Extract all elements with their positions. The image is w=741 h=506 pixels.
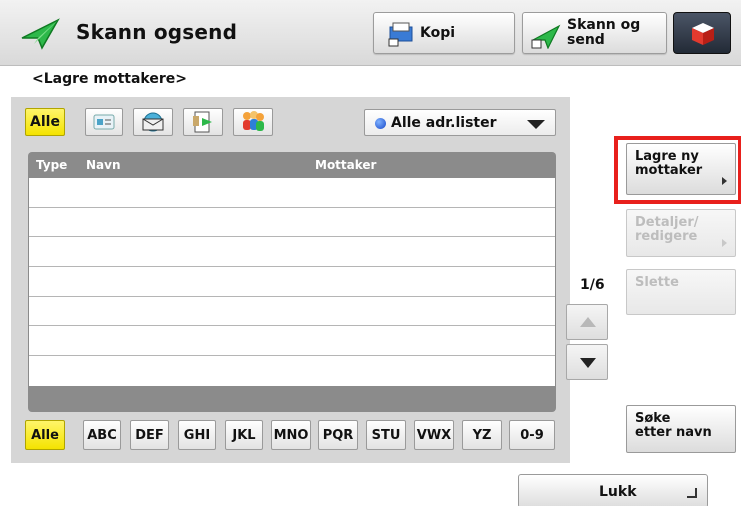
list-row[interactable] [29,356,555,386]
delete-label: Slette [635,275,679,290]
alpha-label: PQR [322,427,354,443]
list-row[interactable] [29,178,555,208]
highlight-box [614,136,741,204]
filter-group-button[interactable] [233,108,273,136]
alpha-def-button[interactable]: DEF [130,420,169,450]
fax-document-icon [193,111,212,133]
header-bar: Skann ogsend Kopi Skann og send [0,0,741,66]
menu-cube-button[interactable] [673,12,731,54]
list-row[interactable] [29,326,555,357]
filter-all-button[interactable]: Alle [25,108,65,136]
send-arrow-icon [21,18,60,50]
column-name: Navn [86,158,121,172]
address-book-panel: Alle Alle adr.lister Type Navn Mottaker … [11,97,570,463]
alpha-jkl-button[interactable]: JKL [225,420,263,450]
alpha-pqr-button[interactable]: PQR [318,420,358,450]
alpha-label: JKL [232,427,256,443]
list-row[interactable] [29,297,555,327]
address-card-icon [93,114,115,130]
address-list-dropdown[interactable]: Alle adr.lister [364,109,556,136]
search-by-name-button[interactable]: Søke etter navn [626,405,736,453]
delete-button[interactable]: Slette [626,269,736,315]
send-arrow-icon [531,24,561,49]
column-recipient: Mottaker [315,158,377,172]
filter-email-button[interactable] [133,108,173,136]
scan-and-send-button[interactable]: Skann og send [522,12,667,54]
scroll-up-button[interactable] [566,304,608,340]
alpha-label: VWX [416,427,452,443]
group-people-icon [243,111,264,131]
copy-button[interactable]: Kopi [373,12,515,54]
alpha-label: STU [371,427,401,443]
page-indicator: 1/6 [580,277,605,293]
filter-fax-button[interactable] [183,108,223,136]
recipient-list [28,178,556,386]
arrow-down-icon [580,358,596,368]
scan-send-label-line2: send [567,32,605,48]
alpha-abc-button[interactable]: ABC [83,420,121,450]
list-header: Type Navn Mottaker [28,152,556,178]
alpha-label: MNO [273,427,309,443]
page-subtitle: <Lagre mottakere> [32,71,187,87]
scan-send-label-line1: Skann og [567,17,641,33]
alpha-label: Alle [31,427,59,443]
alpha-label: DEF [135,427,164,443]
search-by-name-label: Søke etter navn [635,411,712,440]
alpha-label: YZ [472,427,492,443]
scroll-down-button[interactable] [566,344,608,380]
address-list-value: Alle adr.lister [391,115,497,131]
filter-address-card-button[interactable] [85,108,123,136]
alpha-ghi-button[interactable]: GHI [178,420,216,450]
filter-all-label: Alle [30,114,60,130]
close-button[interactable]: Lukk [518,474,708,506]
app-title: Skann ogsend [76,20,238,44]
alpha-vwx-button[interactable]: VWX [414,420,454,450]
chevron-down-icon [527,120,545,129]
column-type: Type [36,158,68,172]
alpha-label: GHI [183,427,211,443]
email-globe-icon [142,112,164,132]
alpha-yz-button[interactable]: YZ [462,420,502,450]
arrow-up-icon [580,317,596,327]
alpha-mno-button[interactable]: MNO [271,420,311,450]
alpha-stu-button[interactable]: STU [366,420,406,450]
return-icon [687,488,697,498]
address-list-dot-icon [375,118,386,129]
chevron-right-icon [722,239,727,247]
list-row[interactable] [29,208,555,238]
list-footer [28,386,556,412]
alpha-all-button[interactable]: Alle [25,420,65,450]
alpha-digits-button[interactable]: 0-9 [509,420,555,450]
list-row[interactable] [29,267,555,297]
alpha-label: ABC [87,427,117,443]
copy-icon [388,22,413,47]
copy-button-label: Kopi [420,25,456,41]
close-label: Lukk [599,484,637,500]
details-edit-button[interactable]: Detaljer/ redigere [626,209,736,257]
details-label: Detaljer/ redigere [635,215,699,244]
alpha-label: 0-9 [520,427,544,443]
list-row[interactable] [29,237,555,268]
cube-menu-icon [692,23,714,45]
